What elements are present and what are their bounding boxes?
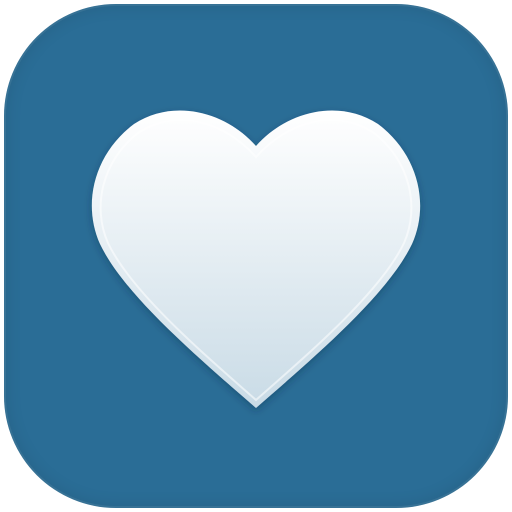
icon-canvas <box>0 0 512 512</box>
app-icon[interactable] <box>4 4 508 508</box>
heart-icon <box>91 110 421 408</box>
heart-shape <box>91 110 421 408</box>
